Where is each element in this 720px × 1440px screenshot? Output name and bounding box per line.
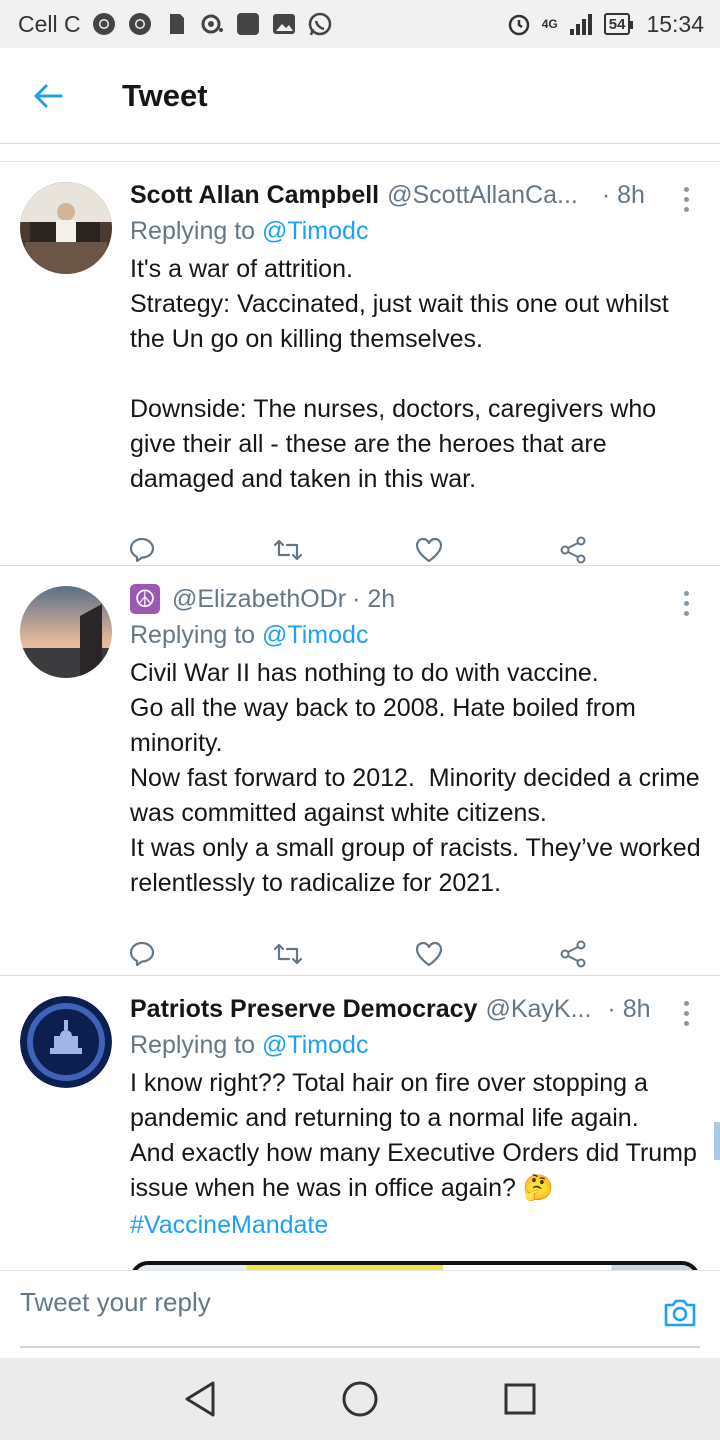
page-title: Tweet xyxy=(122,77,208,113)
author-handle[interactable]: @ElizabethODr xyxy=(172,585,346,614)
nav-home-button[interactable] xyxy=(337,1376,383,1422)
nav-back-button[interactable] xyxy=(177,1376,223,1422)
alarm-icon xyxy=(508,14,529,36)
replying-to-label: Replying to xyxy=(130,217,263,245)
clock: 15:34 xyxy=(646,10,704,37)
system-nav-bar xyxy=(0,1358,720,1440)
share-button[interactable] xyxy=(559,940,703,968)
divider xyxy=(0,144,720,162)
tweet-header: Scott Allan Campbell @ScottAllanCa... · … xyxy=(130,178,702,212)
author-name[interactable]: Scott Allan Campbell xyxy=(130,181,379,210)
retweet-button[interactable] xyxy=(272,537,416,563)
heart-icon xyxy=(415,537,443,563)
chrome-icon xyxy=(128,13,151,35)
battery-level: 54 xyxy=(608,15,626,33)
avatar-image xyxy=(20,182,112,274)
author-name[interactable]: ☮ xyxy=(130,584,160,614)
tweet-header: Patriots Preserve Democracy @KayK... · 8… xyxy=(130,992,702,1026)
like-button[interactable] xyxy=(415,537,559,563)
camera-icon[interactable] xyxy=(662,1295,698,1331)
avatar[interactable] xyxy=(20,586,112,678)
author-handle[interactable]: @ScottAllanCa... xyxy=(387,181,578,210)
avatar-image xyxy=(20,996,112,1088)
tweet-card[interactable]: ☮ @ElizabethODr · 2h Replying to @Timodc… xyxy=(0,566,720,976)
tweet-card[interactable]: Patriots Preserve Democracy @KayK... · 8… xyxy=(0,976,720,1270)
mention-link[interactable]: @Timodc xyxy=(262,1031,368,1059)
signal-icon xyxy=(569,14,592,35)
replying-to: Replying to @Timodc xyxy=(130,212,702,250)
retweet-icon xyxy=(273,943,302,965)
like-button[interactable] xyxy=(415,941,559,967)
tweet-time: · 8h xyxy=(601,180,645,209)
gallery-icon xyxy=(272,14,295,34)
chrome-icon xyxy=(92,13,115,35)
avatar-image xyxy=(20,586,112,678)
replying-to: Replying to @Timodc xyxy=(130,1026,702,1064)
square-recents-icon xyxy=(504,1383,536,1415)
circle-home-icon xyxy=(342,1381,378,1417)
replying-to-label: Replying to xyxy=(130,1031,263,1059)
replying-to: Replying to @Timodc xyxy=(130,616,702,654)
replying-to-label: Replying to xyxy=(130,621,263,649)
more-options-button[interactable] xyxy=(676,998,696,1028)
network-label: 4G xyxy=(541,17,558,31)
tweet-text: Civil War II has nothing to do with vacc… xyxy=(130,659,701,897)
share-button[interactable] xyxy=(559,536,703,564)
tweet-text: It's a war of attrition. Strategy: Vacci… xyxy=(130,255,669,493)
tweet-time: · 8h xyxy=(607,994,651,1023)
reply-input[interactable]: Tweet your reply xyxy=(20,1287,211,1318)
mention-link[interactable]: @Timodc xyxy=(262,217,368,245)
eye-icon xyxy=(201,14,223,34)
tweet-card[interactable]: Scott Allan Campbell @ScottAllanCa... · … xyxy=(0,162,720,566)
author-name[interactable]: Patriots Preserve Democracy xyxy=(130,995,477,1024)
more-options-button[interactable] xyxy=(676,588,696,618)
retweet-icon xyxy=(273,539,302,561)
whatsapp-icon xyxy=(308,12,331,36)
retweet-button[interactable] xyxy=(272,941,416,967)
battery-indicator: 54 xyxy=(603,13,634,35)
avatar[interactable] xyxy=(20,996,112,1088)
input-underline xyxy=(20,1346,700,1348)
more-options-button[interactable] xyxy=(676,184,696,214)
scrollbar[interactable] xyxy=(714,1122,720,1160)
tweet-text: I know right?? Total hair on fire over s… xyxy=(130,1069,697,1202)
heart-icon xyxy=(415,941,443,967)
back-button[interactable] xyxy=(0,48,96,144)
tweet-time: · 2h xyxy=(352,584,396,613)
nav-recents-button[interactable] xyxy=(497,1376,543,1422)
comment-icon xyxy=(129,941,155,967)
status-bar: Cell C 4G 54 15:34 xyxy=(0,0,720,48)
tweet-header: ☮ @ElizabethODr · 2h xyxy=(130,582,702,616)
mention-link[interactable]: @Timodc xyxy=(262,621,368,649)
share-icon xyxy=(560,536,585,564)
arrow-left-icon xyxy=(34,84,63,107)
reply-composer: Tweet your reply xyxy=(0,1270,720,1358)
avatar[interactable] xyxy=(20,182,112,274)
triangle-back-icon xyxy=(185,1381,215,1417)
comment-icon xyxy=(129,537,155,563)
app-header: Tweet xyxy=(0,48,720,144)
tweet-feed[interactable]: Scott Allan Campbell @ScottAllanCa... · … xyxy=(0,144,720,1270)
share-icon xyxy=(560,940,585,968)
author-handle[interactable]: @KayK... xyxy=(485,995,591,1024)
carrier-label: Cell C xyxy=(18,10,81,37)
sd-card-icon xyxy=(169,14,184,34)
app-icon xyxy=(236,13,259,35)
tweet-media[interactable] xyxy=(130,1261,700,1270)
hashtag-link[interactable]: #VaccineMandate xyxy=(130,1208,702,1243)
reply-button[interactable] xyxy=(128,940,272,968)
reply-button[interactable] xyxy=(128,536,272,564)
